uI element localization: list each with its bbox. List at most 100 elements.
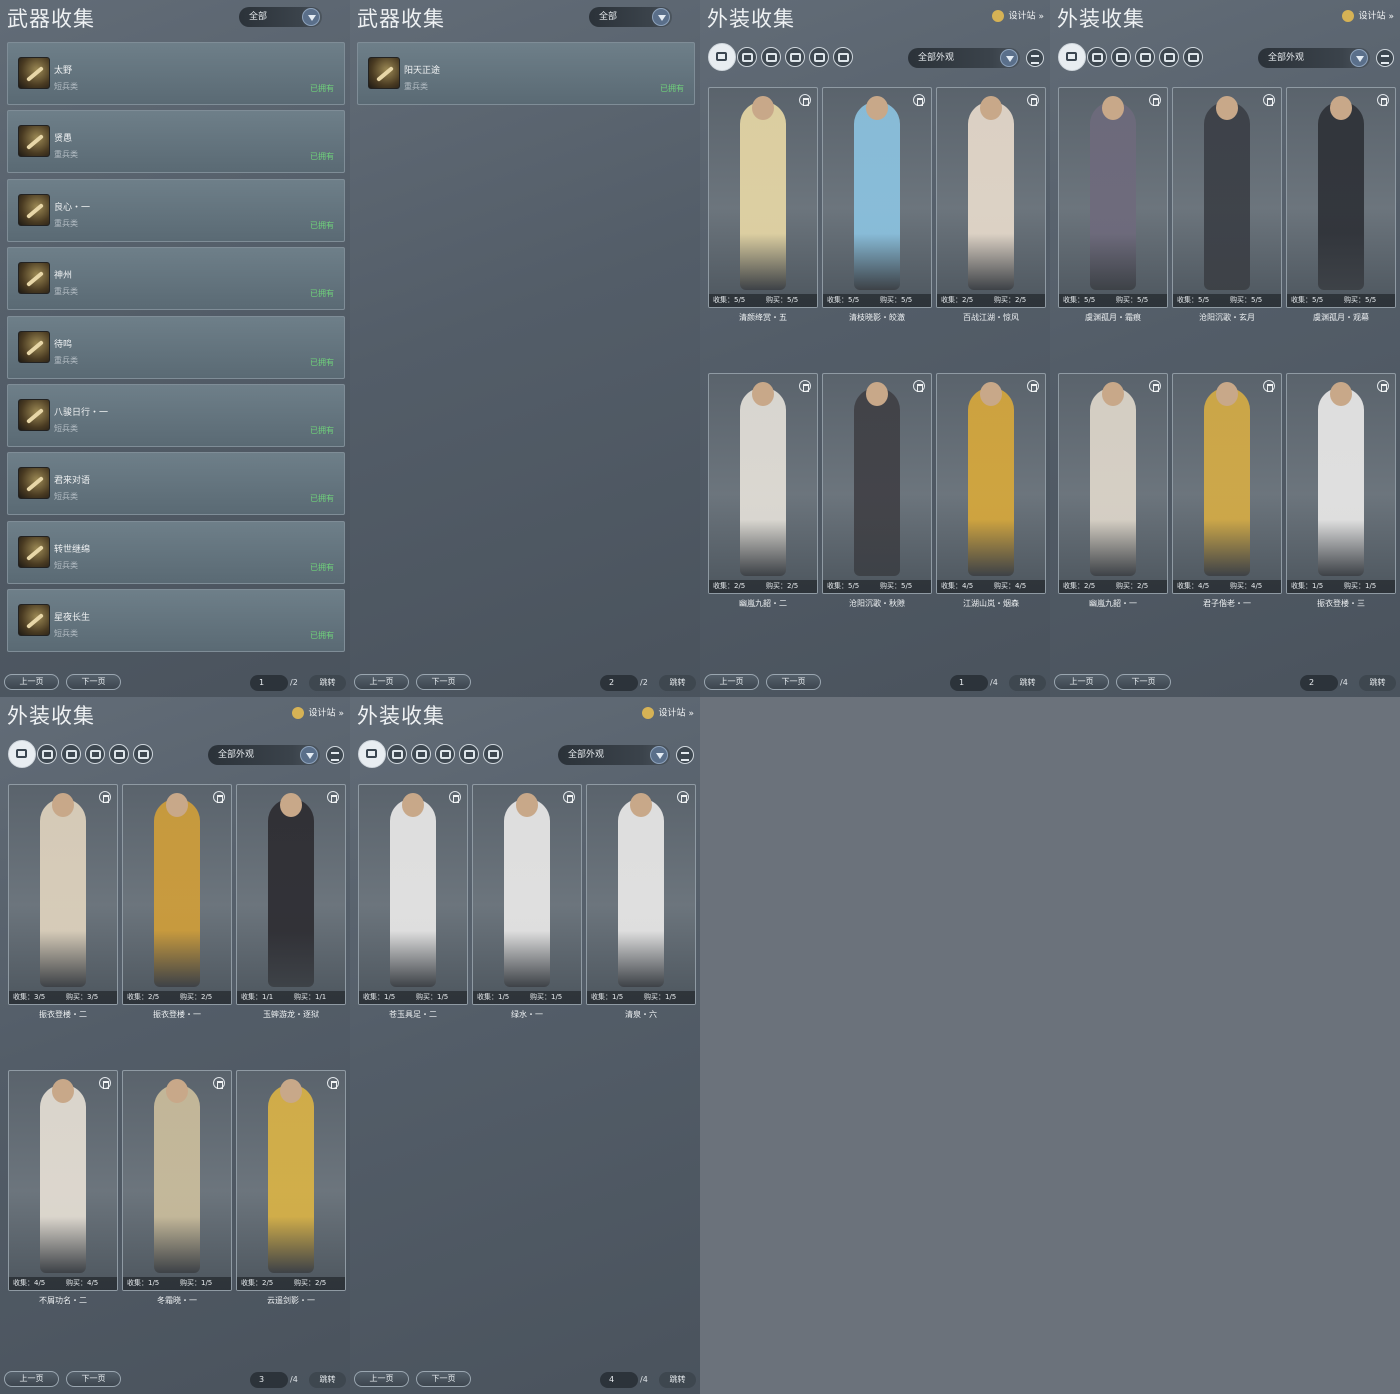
weapon-list-item[interactable]: 八骏日行・一 短兵类 已拥有 [7, 383, 345, 447]
category-tab[interactable] [133, 744, 153, 764]
category-tab[interactable] [785, 47, 805, 67]
trash-icon[interactable] [99, 791, 111, 803]
outfit-card[interactable]: 收集：1/1 购买：1/1 [236, 784, 346, 1005]
category-tab[interactable] [1135, 47, 1155, 67]
page-number-input[interactable]: 3 [250, 1372, 288, 1388]
outfit-card[interactable]: 收集：5/5 购买：5/5 [822, 87, 932, 308]
weapon-filter-select[interactable]: 全部 [589, 7, 672, 27]
outfit-card[interactable]: 收集：1/5 购买：1/5 [122, 1070, 232, 1291]
category-tab[interactable] [761, 47, 781, 67]
next-page-button[interactable]: 下一页 [66, 674, 121, 690]
category-tab[interactable] [85, 744, 105, 764]
trash-icon[interactable] [1377, 380, 1389, 392]
category-tab[interactable] [737, 47, 757, 67]
trash-icon[interactable] [799, 380, 811, 392]
outfit-card[interactable]: 收集：5/5 购买：5/5 [1058, 87, 1168, 308]
category-tab[interactable] [8, 740, 36, 768]
outfit-card[interactable]: 收集：1/5 购买：1/5 [586, 784, 696, 1005]
category-tab[interactable] [1087, 47, 1107, 67]
next-page-button[interactable]: 下一页 [416, 1371, 471, 1387]
trash-icon[interactable] [1149, 380, 1161, 392]
trash-icon[interactable] [1149, 94, 1161, 106]
design-station-link[interactable]: 设计站» [292, 707, 344, 720]
category-tab[interactable] [387, 744, 407, 764]
trash-icon[interactable] [1263, 380, 1275, 392]
outfit-card[interactable]: 收集：5/5 购买：5/5 [1286, 87, 1396, 308]
outfit-card[interactable]: 收集：2/5 购买：2/5 [236, 1070, 346, 1291]
jump-button[interactable]: 跳转 [309, 675, 346, 691]
trash-icon[interactable] [213, 1077, 225, 1089]
outfit-card[interactable]: 收集：1/5 购买：1/5 [1286, 373, 1396, 594]
outfit-card[interactable]: 收集：4/5 购买：4/5 [936, 373, 1046, 594]
jump-button[interactable]: 跳转 [1009, 675, 1046, 691]
trash-icon[interactable] [1263, 94, 1275, 106]
category-tab[interactable] [411, 744, 431, 764]
next-page-button[interactable]: 下一页 [766, 674, 821, 690]
sort-list-icon[interactable] [1376, 49, 1394, 67]
page-number-input[interactable]: 4 [600, 1372, 638, 1388]
outfit-card[interactable]: 收集：5/5 购买：5/5 [1172, 87, 1282, 308]
sort-list-icon[interactable] [1026, 49, 1044, 67]
sort-list-icon[interactable] [676, 746, 694, 764]
trash-icon[interactable] [563, 791, 575, 803]
prev-page-button[interactable]: 上一页 [4, 1371, 59, 1387]
weapon-list-item[interactable]: 太野 短兵类 已拥有 [7, 42, 345, 105]
next-page-button[interactable]: 下一页 [1116, 674, 1171, 690]
outfit-card[interactable]: 收集：2/5 购买：2/5 [936, 87, 1046, 308]
jump-button[interactable]: 跳转 [309, 1372, 346, 1388]
trash-icon[interactable] [1027, 94, 1039, 106]
outfit-card[interactable]: 收集：5/5 购买：5/5 [708, 87, 818, 308]
weapon-list-item[interactable]: 贤愚 重兵类 已拥有 [7, 110, 345, 174]
page-number-input[interactable]: 1 [250, 675, 288, 691]
page-number-input[interactable]: 1 [950, 675, 988, 691]
trash-icon[interactable] [799, 94, 811, 106]
trash-icon[interactable] [327, 1077, 339, 1089]
outfit-card[interactable]: 收集：2/5 购买：2/5 [122, 784, 232, 1005]
page-number-input[interactable]: 2 [1300, 675, 1338, 691]
category-tab[interactable] [1183, 47, 1203, 67]
category-tab[interactable] [1159, 47, 1179, 67]
category-tab[interactable] [809, 47, 829, 67]
trash-icon[interactable] [677, 791, 689, 803]
weapon-list-item[interactable]: 星夜长生 短兵类 已拥有 [7, 589, 345, 653]
design-station-link[interactable]: 设计站» [642, 707, 694, 720]
prev-page-button[interactable]: 上一页 [704, 674, 759, 690]
trash-icon[interactable] [213, 791, 225, 803]
weapon-list-item[interactable]: 转世继绵 短兵类 已拥有 [7, 520, 345, 584]
category-tab[interactable] [833, 47, 853, 67]
weapon-list-item[interactable]: 待鸣 重兵类 已拥有 [7, 315, 345, 379]
outfit-filter-select[interactable]: 全部外观 [208, 745, 320, 765]
page-number-input[interactable]: 2 [600, 675, 638, 691]
weapon-list-item[interactable]: 阳天正途 重兵类 已拥有 [357, 42, 695, 105]
outfit-card[interactable]: 收集：4/5 购买：4/5 [8, 1070, 118, 1291]
design-station-link[interactable]: 设计站» [1342, 10, 1394, 23]
category-tab[interactable] [435, 744, 455, 764]
category-tab[interactable] [1111, 47, 1131, 67]
outfit-card[interactable]: 收集：2/5 购买：2/5 [708, 373, 818, 594]
category-tab[interactable] [109, 744, 129, 764]
outfit-card[interactable]: 收集：2/5 购买：2/5 [1058, 373, 1168, 594]
category-tab[interactable] [483, 744, 503, 764]
prev-page-button[interactable]: 上一页 [1054, 674, 1109, 690]
trash-icon[interactable] [913, 94, 925, 106]
jump-button[interactable]: 跳转 [659, 1372, 696, 1388]
trash-icon[interactable] [913, 380, 925, 392]
outfit-card[interactable]: 收集：5/5 购买：5/5 [822, 373, 932, 594]
outfit-card[interactable]: 收集：1/5 购买：1/5 [358, 784, 468, 1005]
jump-button[interactable]: 跳转 [659, 675, 696, 691]
outfit-card[interactable]: 收集：1/5 购买：1/5 [472, 784, 582, 1005]
weapon-list-item[interactable]: 神州 重兵类 已拥有 [7, 247, 345, 311]
prev-page-button[interactable]: 上一页 [354, 1371, 409, 1387]
weapon-list-item[interactable]: 君来对语 短兵类 已拥有 [7, 452, 345, 516]
sort-list-icon[interactable] [326, 746, 344, 764]
outfit-filter-select[interactable]: 全部外观 [908, 48, 1020, 68]
category-tab[interactable] [708, 43, 736, 71]
category-tab[interactable] [358, 740, 386, 768]
weapon-filter-select[interactable]: 全部 [239, 7, 322, 27]
trash-icon[interactable] [449, 791, 461, 803]
category-tab[interactable] [61, 744, 81, 764]
trash-icon[interactable] [1027, 380, 1039, 392]
trash-icon[interactable] [1377, 94, 1389, 106]
trash-icon[interactable] [99, 1077, 111, 1089]
prev-page-button[interactable]: 上一页 [4, 674, 59, 690]
